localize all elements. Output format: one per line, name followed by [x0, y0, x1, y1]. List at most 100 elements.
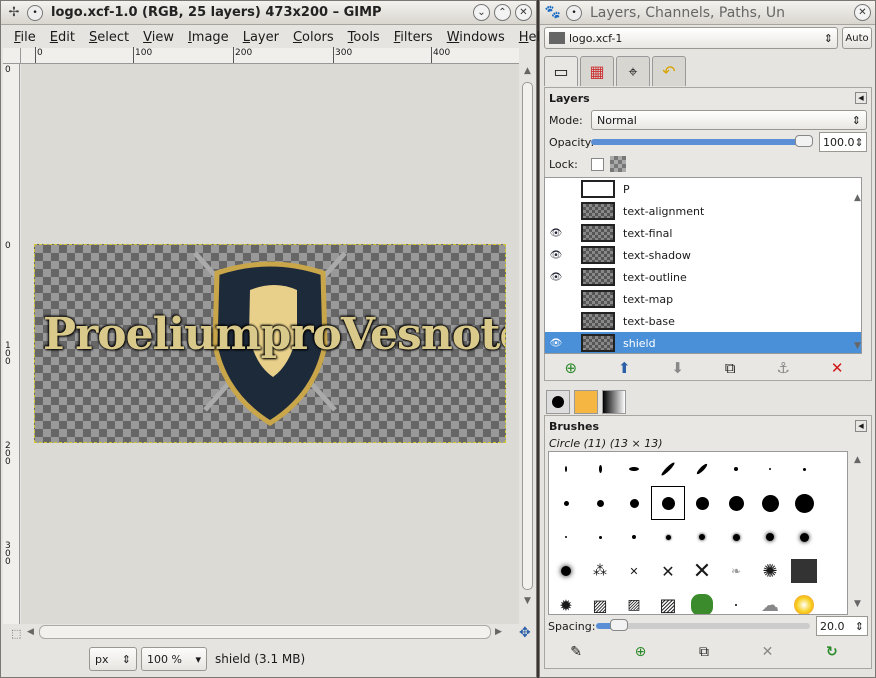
- opacity-slider[interactable]: [591, 135, 813, 147]
- close-button[interactable]: ✕: [515, 4, 532, 21]
- spacing-slider[interactable]: [596, 619, 810, 631]
- image-select[interactable]: logo.xcf-1 ⇕: [544, 27, 838, 49]
- lock-alpha-checkbox[interactable]: [591, 157, 604, 171]
- delete-brush-icon[interactable]: ✕: [762, 644, 774, 660]
- minimize-button[interactable]: ⌄: [473, 4, 490, 21]
- canvas-area[interactable]: ProeliumproVesnote: [21, 64, 519, 624]
- image-canvas[interactable]: ProeliumproVesnote: [34, 244, 506, 443]
- brush-item[interactable]: ⁂: [583, 554, 617, 588]
- mode-select[interactable]: Normal ⇕: [591, 110, 867, 130]
- brush-item[interactable]: [787, 520, 821, 554]
- duplicate-brush-icon[interactable]: ⧉: [699, 644, 709, 660]
- brush-item[interactable]: [753, 452, 787, 486]
- unit-select[interactable]: px ⇕: [89, 647, 137, 671]
- layer-row[interactable]: 👁 text-shadow: [545, 244, 861, 266]
- window-menu-icon[interactable]: •: [566, 4, 582, 21]
- tab-brushes[interactable]: [546, 390, 570, 414]
- brush-item[interactable]: [549, 486, 583, 520]
- brush-item[interactable]: [617, 486, 651, 520]
- layer-scrollbar[interactable]: ▲ ▼: [854, 191, 864, 351]
- brush-item[interactable]: ✺: [753, 554, 787, 588]
- brush-item[interactable]: [787, 588, 821, 614]
- edit-brush-icon[interactable]: ✎: [570, 644, 582, 660]
- brush-item[interactable]: [583, 520, 617, 554]
- scroll-thumb[interactable]: [522, 82, 533, 590]
- brush-item[interactable]: [753, 520, 787, 554]
- scroll-up-icon[interactable]: ▲: [524, 66, 531, 76]
- brush-grid[interactable]: ⁂ ✕ ✕ ✕ ❧ ✺ ✹ ▨ ▨ ▨ ☁: [548, 451, 848, 615]
- panel-menu-icon[interactable]: ◀: [855, 420, 867, 432]
- slider-knob[interactable]: [610, 619, 628, 631]
- horizontal-ruler[interactable]: 0 100 200 300 400: [21, 47, 519, 64]
- menu-windows[interactable]: Windows: [440, 30, 512, 45]
- brush-item[interactable]: [787, 554, 821, 588]
- tab-paths[interactable]: ⌖: [616, 56, 650, 86]
- layer-row[interactable]: text-alignment: [545, 200, 861, 222]
- lower-layer-icon[interactable]: ⬇: [671, 359, 684, 377]
- brush-item[interactable]: [549, 520, 583, 554]
- brush-item[interactable]: [719, 486, 753, 520]
- brush-item[interactable]: [685, 520, 719, 554]
- scroll-down-icon[interactable]: ▼: [854, 341, 861, 351]
- brush-item[interactable]: ▨: [583, 588, 617, 615]
- brush-item[interactable]: [651, 452, 685, 486]
- tab-channels[interactable]: ▦: [580, 56, 614, 86]
- layer-row-selected[interactable]: 👁 shield: [545, 332, 861, 353]
- layer-row[interactable]: 👁 text-final: [545, 222, 861, 244]
- brush-item[interactable]: [617, 452, 651, 486]
- refresh-icon[interactable]: ↻: [826, 644, 838, 660]
- spacing-spinbox[interactable]: 20.0 ⇕: [816, 616, 868, 636]
- brush-item-selected[interactable]: [651, 486, 685, 520]
- layer-row[interactable]: text-base: [545, 310, 861, 332]
- image-window-titlebar[interactable]: ✢ • logo.xcf-1.0 (RGB, 25 layers) 473x20…: [1, 1, 536, 25]
- maximize-button[interactable]: ⌃: [494, 4, 511, 21]
- menu-view[interactable]: View: [136, 30, 181, 45]
- brush-item[interactable]: [651, 520, 685, 554]
- brush-item[interactable]: [583, 452, 617, 486]
- raise-layer-icon[interactable]: ⬆: [618, 359, 631, 377]
- scroll-up-icon[interactable]: ▲: [854, 455, 861, 465]
- menu-colors[interactable]: Colors: [286, 30, 341, 45]
- layer-list[interactable]: P text-alignment 👁 text-final 👁 text-sha…: [544, 177, 862, 354]
- brush-item[interactable]: ❧: [719, 554, 753, 588]
- navigate-icon[interactable]: ✥: [519, 625, 531, 641]
- brush-item[interactable]: [787, 452, 821, 486]
- brush-item[interactable]: [685, 486, 719, 520]
- close-button[interactable]: ✕: [854, 4, 871, 21]
- tab-undo[interactable]: ↶: [652, 56, 686, 86]
- opacity-spinbox[interactable]: 100.0 ⇕: [819, 132, 867, 152]
- scroll-down-icon[interactable]: ▼: [854, 599, 861, 609]
- layer-row[interactable]: 👁 text-outline: [545, 266, 861, 288]
- tab-layers[interactable]: ▭: [544, 56, 578, 86]
- brush-item[interactable]: ▨: [617, 588, 651, 614]
- brush-item[interactable]: ✕: [651, 554, 685, 588]
- scroll-down-icon[interactable]: ▼: [524, 596, 531, 606]
- horizontal-scrollbar[interactable]: [39, 625, 491, 639]
- brush-item[interactable]: [753, 486, 787, 520]
- brush-item[interactable]: ▨: [651, 588, 685, 615]
- brush-item[interactable]: [617, 520, 651, 554]
- brush-scrollbar[interactable]: ▲ ▼: [852, 453, 866, 613]
- brush-item[interactable]: [685, 588, 719, 614]
- brush-item[interactable]: ✹: [549, 588, 583, 615]
- auto-button[interactable]: Auto: [842, 27, 872, 49]
- menu-filters[interactable]: Filters: [387, 30, 440, 45]
- gimp-logo-icon[interactable]: 🐾: [544, 4, 562, 22]
- quick-mask-icon[interactable]: ⬚: [11, 627, 21, 640]
- brush-item[interactable]: [685, 452, 719, 486]
- gimp-menu-icon[interactable]: ✢: [5, 4, 23, 22]
- window-menu-icon[interactable]: •: [27, 4, 43, 21]
- anchor-icon[interactable]: ⚓: [777, 359, 790, 377]
- duplicate-layer-icon[interactable]: ⧉: [725, 359, 736, 377]
- vertical-scrollbar[interactable]: ▲ ▼: [519, 64, 536, 624]
- menu-tools[interactable]: Tools: [341, 30, 387, 45]
- brush-item[interactable]: [719, 520, 753, 554]
- brush-item[interactable]: [719, 452, 753, 486]
- scroll-left-icon[interactable]: ◀: [27, 627, 34, 637]
- scroll-up-icon[interactable]: ▲: [854, 193, 861, 203]
- delete-layer-icon[interactable]: ✕: [831, 359, 844, 377]
- tab-patterns[interactable]: [574, 390, 598, 414]
- menu-layer[interactable]: Layer: [236, 30, 286, 45]
- eye-icon[interactable]: 👁: [545, 338, 567, 349]
- brush-item[interactable]: ✕: [617, 554, 651, 588]
